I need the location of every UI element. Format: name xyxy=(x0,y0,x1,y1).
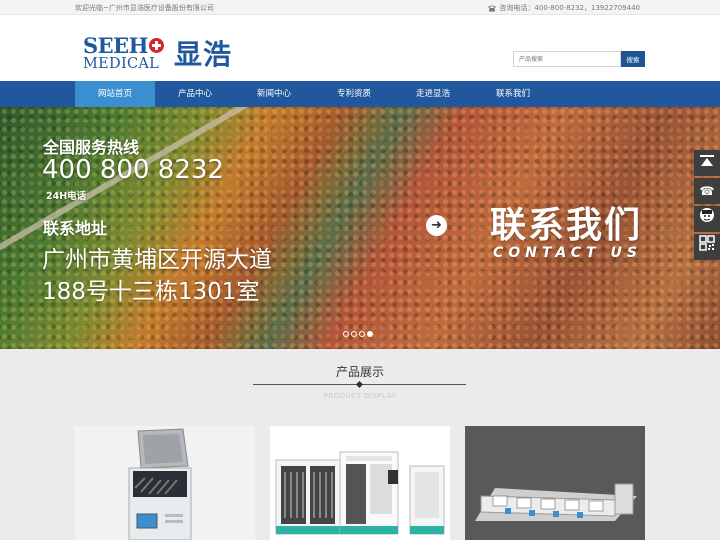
nav-item-contact[interactable]: 联系我们 xyxy=(473,81,553,107)
banner-contact-cn: 联系我们 xyxy=(490,205,643,246)
nav-item-products[interactable]: 产品中心 xyxy=(155,81,235,107)
slide-dot-1[interactable] xyxy=(343,331,349,337)
logo-latin: SEEH MEDICAL xyxy=(83,32,165,72)
qr-code-button[interactable] xyxy=(694,234,720,260)
banner-next-arrow-icon[interactable]: ➜ xyxy=(426,215,447,236)
nav-item-home[interactable]: 网站首页 xyxy=(75,81,155,107)
welcome-text: 欢迎光临~广州市显浩医疗设备股份有限公司 xyxy=(75,4,214,12)
products-title: 产品展示 xyxy=(335,365,384,379)
logo-medical: MEDICAL xyxy=(83,55,160,72)
product-image-1 xyxy=(128,428,192,540)
logo-seeh: SEEH xyxy=(83,32,165,58)
nav-item-patents[interactable]: 专利资质 xyxy=(314,81,394,107)
banner-hours: 24H电话 xyxy=(46,191,87,202)
products-section: 产品展示 PRODUCT DISPLAY xyxy=(0,349,720,540)
phone-icon xyxy=(488,5,497,11)
slide-dot-2[interactable] xyxy=(351,331,357,337)
nav-item-news[interactable]: 新闻中心 xyxy=(234,81,314,107)
phone-icon: ☎ xyxy=(699,184,715,198)
medical-cross-icon xyxy=(149,37,165,53)
title-divider-dot xyxy=(355,380,364,389)
banner-contact-en: CONTACT US xyxy=(493,245,642,261)
banner-address-line1: 广州市黄埔区开源大道 xyxy=(42,247,272,273)
nav-item-about[interactable]: 走进显浩 xyxy=(393,81,473,107)
logo-chinese: 显浩 xyxy=(174,38,233,71)
hotline-info: 咨询电话：400-800-8232，13922709440 xyxy=(488,3,640,13)
qr-code-icon xyxy=(699,235,715,251)
product-card-2[interactable] xyxy=(270,426,450,540)
product-image-3 xyxy=(465,426,645,540)
banner-address-title: 联系地址 xyxy=(43,219,108,238)
support-button[interactable] xyxy=(694,206,720,232)
slide-indicators xyxy=(343,331,373,337)
search-form: 搜索 xyxy=(513,51,645,67)
banner-address-line2: 188号十三栋1301室 xyxy=(42,279,260,305)
logo-seeh-text: SEEH xyxy=(83,32,149,58)
product-card-1[interactable] xyxy=(75,426,255,540)
header: SEEH MEDICAL 显浩 搜索 xyxy=(0,15,720,81)
products-subtitle: PRODUCT DISPLAY xyxy=(323,392,397,400)
slide-dot-3[interactable] xyxy=(359,331,365,337)
top-bar: 欢迎光临~广州市显浩医疗设备股份有限公司 咨询电话：400-800-8232，1… xyxy=(0,0,720,15)
support-icon xyxy=(700,208,714,222)
hero-banner[interactable]: 全国服务热线 400 800 8232 24H电话 联系地址 广州市黄埔区开源大… xyxy=(0,107,720,349)
search-button[interactable]: 搜索 xyxy=(621,51,645,67)
top-icon xyxy=(700,155,714,166)
main-nav: 网站首页 产品中心 新闻中心 专利资质 走进显浩 联系我们 xyxy=(0,81,720,107)
site-logo[interactable]: SEEH MEDICAL 显浩 xyxy=(83,33,232,73)
hotline-text: 咨询电话：400-800-8232，13922709440 xyxy=(499,4,640,12)
product-image-2 xyxy=(275,451,445,535)
banner-phone: 400 800 8232 xyxy=(42,155,224,185)
search-input[interactable] xyxy=(513,51,621,67)
back-to-top-button[interactable] xyxy=(694,150,720,176)
phone-button[interactable]: ☎ xyxy=(694,178,720,204)
product-card-3[interactable] xyxy=(465,426,645,540)
slide-dot-4[interactable] xyxy=(367,331,373,337)
